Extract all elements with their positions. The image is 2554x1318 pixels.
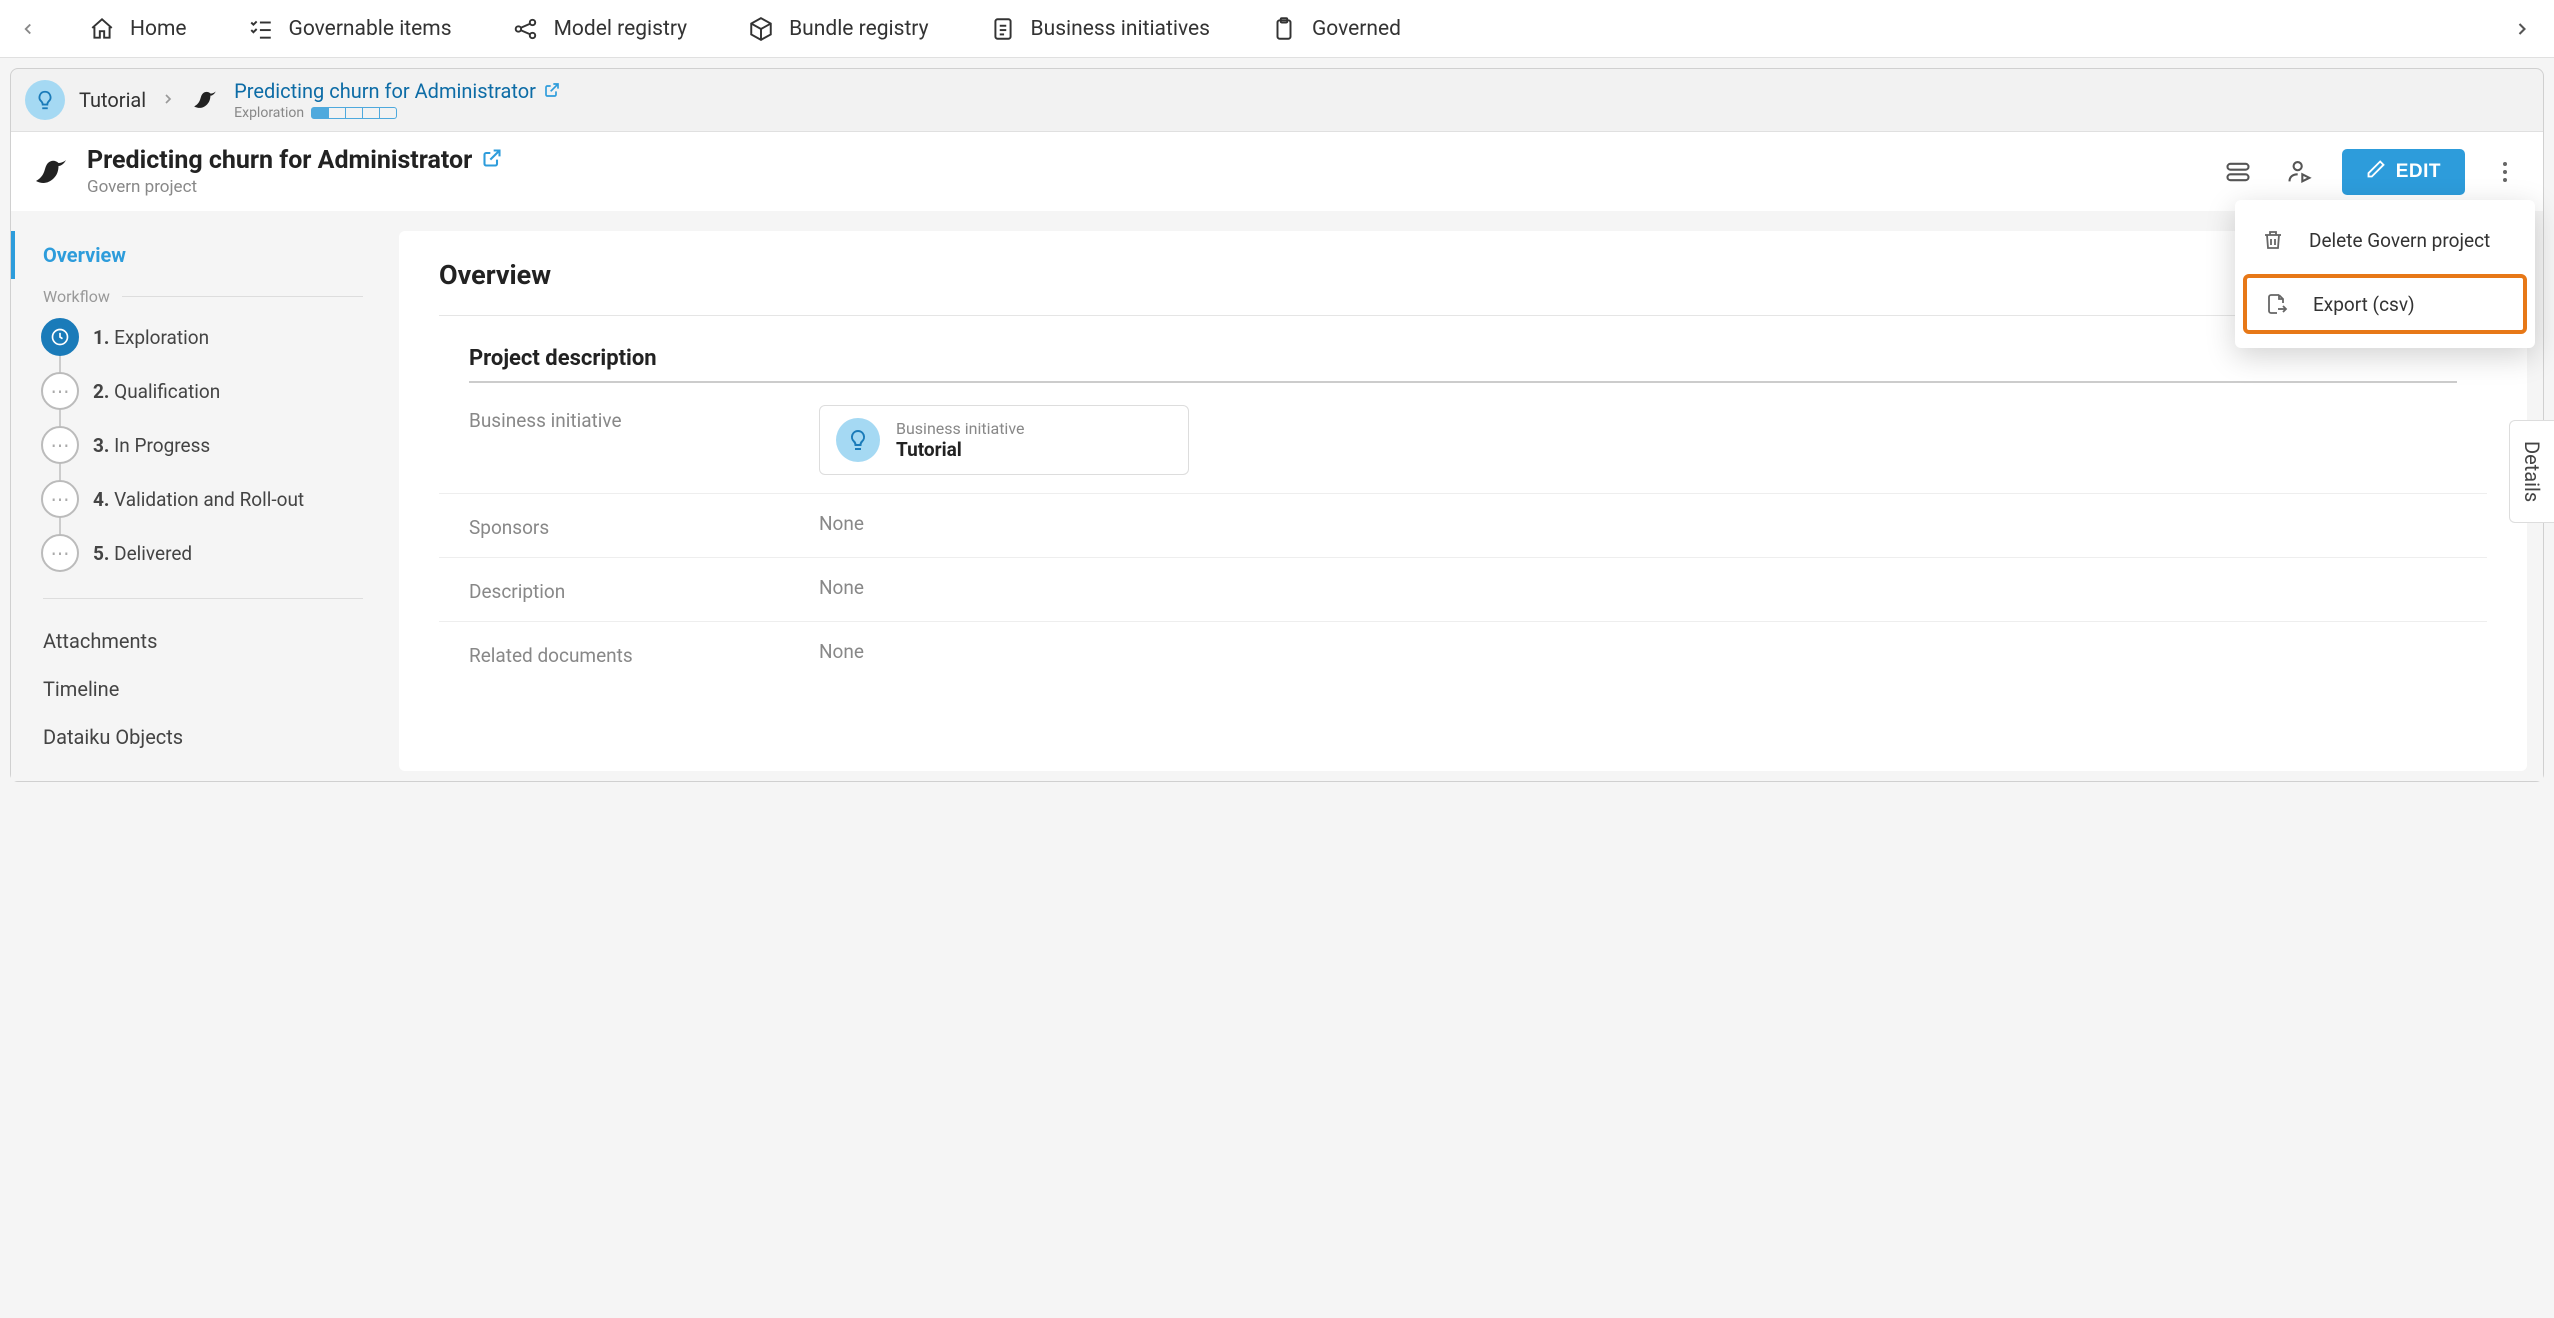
breadcrumb: Tutorial Predicting churn for Administra… xyxy=(11,69,2543,131)
breadcrumb-project-title: Predicting churn for Administrator xyxy=(234,79,536,103)
sidebar: Overview Workflow 1. Exploration ⋯ 2. Qu… xyxy=(11,211,391,781)
panel-heading: Overview xyxy=(439,259,2487,316)
card-subtitle: Business initiative xyxy=(896,419,1024,438)
network-icon xyxy=(512,15,540,43)
external-link-icon[interactable] xyxy=(482,146,502,175)
workflow-icon-button[interactable] xyxy=(2218,152,2258,192)
page-subtitle: Govern project xyxy=(87,177,502,197)
workflow-section-label: Workflow xyxy=(35,279,371,310)
nav-label: Home xyxy=(130,17,187,41)
title-bar: Predicting churn for Administrator Gover… xyxy=(11,131,2543,211)
workflow-step-4[interactable]: ⋯ 4. Validation and Roll-out xyxy=(41,472,371,526)
main-container: Tutorial Predicting churn for Administra… xyxy=(10,68,2544,782)
nav-business-initiatives[interactable]: Business initiatives xyxy=(989,15,1210,43)
bird-icon xyxy=(190,85,220,115)
delete-menu-item[interactable]: Delete Govern project xyxy=(2235,210,2535,270)
document-icon xyxy=(989,15,1017,43)
nav-model-registry[interactable]: Model registry xyxy=(512,15,688,43)
workflow-step-5[interactable]: ⋯ 5. Delivered xyxy=(41,526,371,580)
nav-label: Model registry xyxy=(554,17,688,41)
clipboard-icon xyxy=(1270,15,1298,43)
step-circle-icon: ⋯ xyxy=(41,534,79,572)
workflow-step-3[interactable]: ⋯ 3. In Progress xyxy=(41,418,371,472)
nav-scroll-right[interactable] xyxy=(2498,5,2546,53)
divider xyxy=(43,598,363,599)
field-value: None xyxy=(819,512,2457,535)
export-icon xyxy=(2263,290,2291,318)
nav-scroll-left[interactable] xyxy=(8,9,48,49)
section-title: Project description xyxy=(469,346,2457,383)
field-label: Sponsors xyxy=(469,512,819,539)
step-circle-icon: ⋯ xyxy=(41,426,79,464)
clock-icon xyxy=(41,318,79,356)
chevron-right-icon xyxy=(160,88,176,113)
field-description: Description None xyxy=(439,558,2487,622)
more-menu-button[interactable] xyxy=(2487,154,2523,190)
delete-label: Delete Govern project xyxy=(2309,229,2490,252)
nav-governable-items[interactable]: Governable items xyxy=(247,15,452,43)
export-label: Export (csv) xyxy=(2313,293,2415,316)
sidebar-attachments[interactable]: Attachments xyxy=(35,617,371,665)
field-label: Description xyxy=(469,576,819,603)
field-related-documents: Related documents None xyxy=(439,622,2487,685)
step-circle-icon: ⋯ xyxy=(41,480,79,518)
workflow-step-1[interactable]: 1. Exploration xyxy=(41,310,371,364)
bulb-icon xyxy=(836,418,880,462)
overview-panel: Overview Project description Business in… xyxy=(399,231,2527,771)
user-tag-icon-button[interactable] xyxy=(2280,152,2320,192)
edit-label: EDIT xyxy=(2396,161,2441,183)
home-icon xyxy=(88,15,116,43)
progress-segments xyxy=(312,107,397,119)
field-sponsors: Sponsors None xyxy=(439,494,2487,558)
sidebar-overview[interactable]: Overview xyxy=(11,231,371,279)
field-label: Business initiative xyxy=(469,405,819,432)
page-title: Predicting churn for Administrator xyxy=(87,146,472,175)
body-layout: Overview Workflow 1. Exploration ⋯ 2. Qu… xyxy=(11,211,2543,781)
breadcrumb-stage: Exploration xyxy=(234,105,304,121)
sidebar-timeline[interactable]: Timeline xyxy=(35,665,371,713)
nav-label: Governed xyxy=(1312,17,1401,41)
external-link-icon[interactable] xyxy=(544,79,560,103)
nav-label: Governable items xyxy=(289,17,452,41)
edit-button[interactable]: EDIT xyxy=(2342,149,2465,195)
step-circle-icon: ⋯ xyxy=(41,372,79,410)
tutorial-bulb-icon[interactable] xyxy=(25,80,65,120)
workflow-steps: 1. Exploration ⋯ 2. Qualification ⋯ 3. I… xyxy=(35,310,371,580)
breadcrumb-project[interactable]: Predicting churn for Administrator Explo… xyxy=(234,79,560,121)
nav-label: Business initiatives xyxy=(1031,17,1210,41)
nav-items: Home Governable items Model registry Bun… xyxy=(48,15,2498,43)
sidebar-dataiku-objects[interactable]: Dataiku Objects xyxy=(35,713,371,761)
nav-label: Bundle registry xyxy=(789,17,928,41)
business-initiative-card[interactable]: Business initiative Tutorial xyxy=(819,405,1189,475)
details-side-tab[interactable]: Details xyxy=(2509,420,2554,523)
card-title: Tutorial xyxy=(896,438,1024,461)
field-value: None xyxy=(819,640,2457,663)
nav-home[interactable]: Home xyxy=(88,15,187,43)
workflow-step-2[interactable]: ⋯ 2. Qualification xyxy=(41,364,371,418)
main-content: Overview Project description Business in… xyxy=(391,211,2543,781)
trash-icon xyxy=(2259,226,2287,254)
checklist-icon xyxy=(247,15,275,43)
export-csv-menu-item[interactable]: Export (csv) xyxy=(2243,274,2527,334)
nav-bundle-registry[interactable]: Bundle registry xyxy=(747,15,928,43)
field-label: Related documents xyxy=(469,640,819,667)
nav-governed[interactable]: Governed xyxy=(1270,15,1401,43)
breadcrumb-tutorial[interactable]: Tutorial xyxy=(79,88,146,112)
field-value: None xyxy=(819,576,2457,599)
package-icon xyxy=(747,15,775,43)
bird-icon xyxy=(31,152,71,192)
more-dropdown: Delete Govern project Export (csv) xyxy=(2235,200,2535,348)
pencil-icon xyxy=(2366,159,2386,185)
field-business-initiative: Business initiative Business initiative … xyxy=(439,387,2487,494)
top-nav: Home Governable items Model registry Bun… xyxy=(0,0,2554,58)
